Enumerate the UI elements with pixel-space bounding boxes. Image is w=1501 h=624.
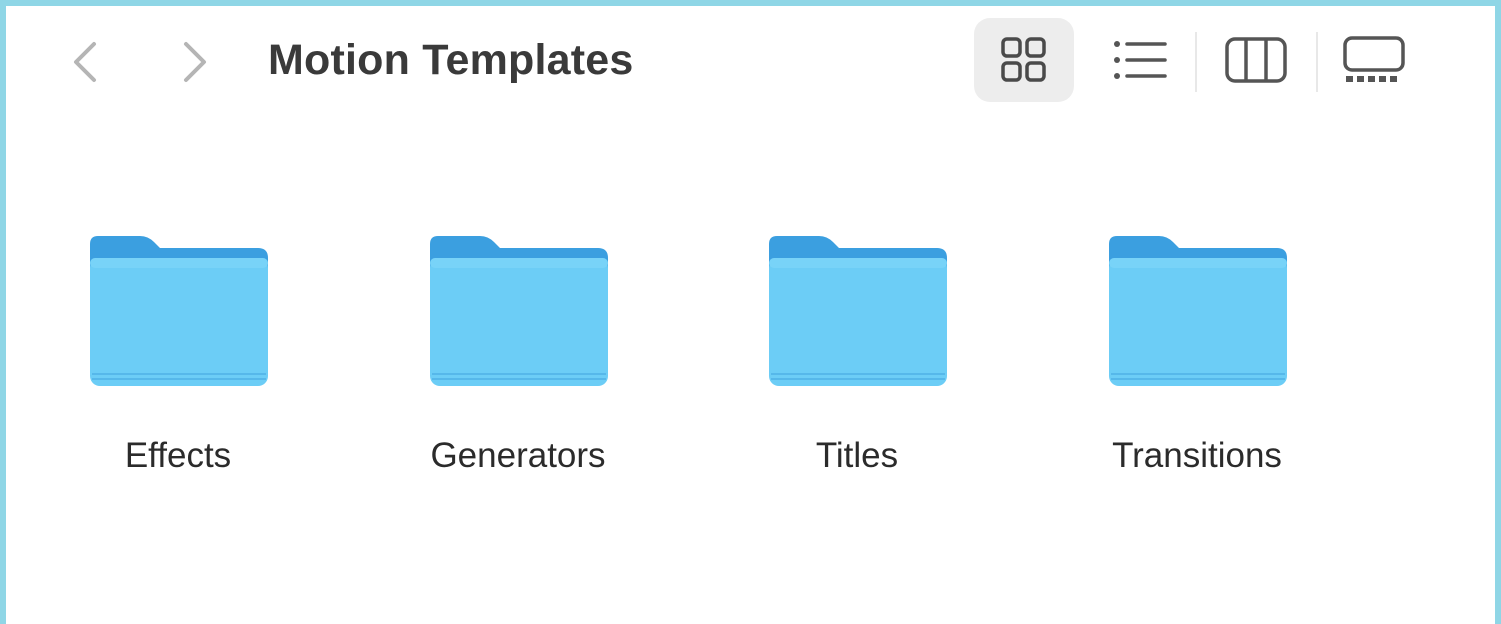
toolbar-divider	[1195, 32, 1197, 92]
folder-label: Titles	[815, 436, 899, 475]
folder-label: Effects	[124, 436, 232, 475]
view-as-icons-button[interactable]	[974, 18, 1074, 102]
gallery-icon	[1343, 36, 1405, 82]
folder-item[interactable]: Generators	[388, 234, 648, 475]
icon-view-content: Effects Generators Titles Transitions	[6, 116, 1495, 624]
folder-icon	[430, 236, 608, 386]
folder-item[interactable]: Effects	[48, 234, 308, 475]
forward-button[interactable]	[174, 38, 214, 86]
view-as-list-button[interactable]	[1102, 18, 1178, 102]
toolbar-divider	[1316, 32, 1318, 92]
folder-label: Generators	[430, 436, 606, 475]
view-as-gallery-button[interactable]	[1336, 18, 1412, 102]
window-title: Motion Templates	[268, 36, 634, 84]
folder-item[interactable]: Titles	[727, 234, 987, 475]
grid-icon	[1001, 37, 1046, 82]
finder-window: Motion Templates Effects Generators Titl…	[6, 6, 1495, 624]
folder-icon	[769, 236, 947, 386]
chevron-right-icon	[184, 42, 206, 82]
columns-icon	[1225, 37, 1287, 83]
folder-icon	[1109, 236, 1287, 386]
folder-icon	[90, 236, 268, 386]
folder-item[interactable]: Transitions	[1067, 234, 1327, 475]
view-as-columns-button[interactable]	[1218, 18, 1294, 102]
chevron-left-icon	[74, 42, 96, 82]
folder-label: Transitions	[1112, 436, 1282, 475]
back-button[interactable]	[66, 38, 106, 86]
toolbar: Motion Templates	[6, 6, 1495, 116]
list-icon	[1114, 41, 1167, 79]
